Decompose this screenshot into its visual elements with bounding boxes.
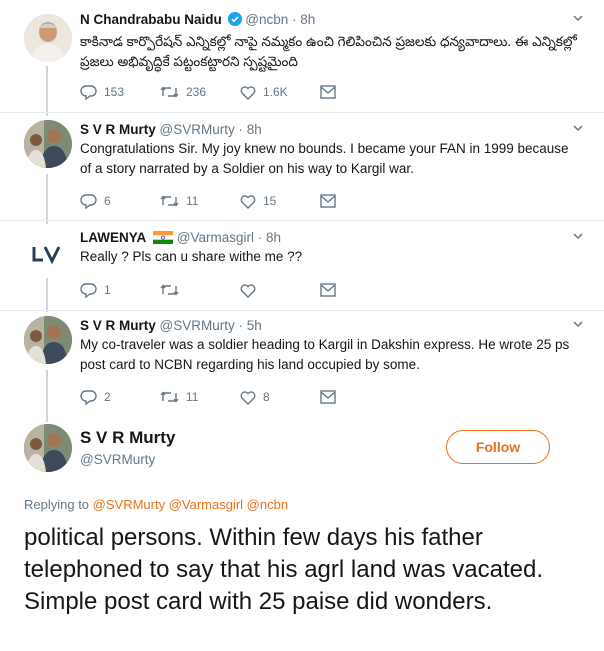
- retweet-button[interactable]: [160, 283, 240, 297]
- tweet[interactable]: N Chandrababu Naidu @ncbn · 8h కాకినాడ క…: [0, 0, 604, 112]
- username[interactable]: @ncbn: [245, 12, 288, 27]
- reply-button[interactable]: 6: [80, 193, 160, 209]
- main-display-name[interactable]: S V R Murty: [80, 428, 175, 448]
- username[interactable]: @SVRMurty: [160, 318, 235, 333]
- tweet-actions: 6 11 15: [80, 193, 400, 209]
- tweet-text: My co-traveler was a soldier heading to …: [80, 337, 570, 372]
- avatar[interactable]: [24, 14, 72, 62]
- reply-button[interactable]: 1: [80, 282, 160, 298]
- tweet[interactable]: LAWENYA @Varmasgirl · 8h Really ? Pls ca…: [0, 220, 604, 310]
- display-name[interactable]: S V R Murty: [80, 122, 156, 137]
- retweet-button[interactable]: 11: [160, 194, 240, 208]
- tweet-actions: 153 236 1.6K: [80, 84, 400, 100]
- username[interactable]: @Varmasgirl: [177, 230, 254, 245]
- retweet-icon: [160, 195, 179, 207]
- like-icon: [240, 390, 256, 405]
- reply-count: 153: [104, 85, 125, 99]
- message-icon: [320, 390, 336, 404]
- tweet-text: Really ? Pls can u share withe me ??: [80, 249, 303, 264]
- replying-to-users[interactable]: @SVRMurty @Varmasgirl @ncbn: [93, 497, 288, 512]
- retweet-count: 11: [186, 390, 199, 404]
- like-count: 15: [263, 194, 277, 208]
- retweet-icon: [160, 86, 179, 98]
- reply-icon: [80, 85, 97, 100]
- like-button[interactable]: 1.6K: [240, 85, 320, 100]
- message-icon: [320, 85, 336, 99]
- tweet-actions: 1: [80, 282, 400, 298]
- chevron-down-icon[interactable]: [572, 318, 584, 333]
- reply-icon: [80, 283, 97, 298]
- message-icon: [320, 283, 336, 297]
- like-count: 1.6K: [263, 85, 288, 99]
- main-username[interactable]: @SVRMurty: [80, 452, 155, 467]
- message-icon: [320, 194, 336, 208]
- display-name[interactable]: LAWENYA: [80, 230, 146, 245]
- timestamp[interactable]: · 8h: [239, 122, 262, 137]
- username[interactable]: @SVRMurty: [160, 122, 235, 137]
- retweet-button[interactable]: 11: [160, 390, 240, 404]
- reply-button[interactable]: 2: [80, 389, 160, 405]
- tweet-text: Congratulations Sir. My joy knew no boun…: [80, 141, 569, 176]
- retweet-icon: [160, 284, 179, 296]
- reply-icon: [80, 390, 97, 405]
- tweet-text: కాకినాడ కార్పొరేషన్ ఎన్నికల్లో నాపై నమ్మ…: [80, 34, 577, 69]
- tweet-header: LAWENYA @Varmasgirl · 8h: [80, 230, 281, 247]
- reply-icon: [80, 194, 97, 209]
- tweet-header: S V R Murty @SVRMurty · 5h: [80, 318, 262, 333]
- replying-to: Replying to @SVRMurty @Varmasgirl @ncbn: [24, 497, 288, 512]
- like-icon: [240, 85, 256, 100]
- reply-button[interactable]: 153: [80, 84, 160, 100]
- timestamp[interactable]: · 8h: [258, 230, 281, 245]
- timestamp[interactable]: · 8h: [292, 12, 315, 27]
- tweet[interactable]: S V R Murty @SVRMurty · 5h My co-travele…: [0, 310, 604, 416]
- retweet-button[interactable]: 236: [160, 85, 240, 99]
- avatar[interactable]: [24, 120, 72, 168]
- message-button[interactable]: [320, 390, 400, 404]
- like-icon: [240, 194, 256, 209]
- chevron-down-icon[interactable]: [572, 230, 584, 245]
- chevron-down-icon[interactable]: [572, 12, 584, 27]
- like-button[interactable]: 15: [240, 194, 320, 209]
- verified-badge-icon: [227, 12, 242, 29]
- reply-count: 1: [104, 283, 111, 297]
- like-button[interactable]: 8: [240, 390, 320, 405]
- follow-button[interactable]: Follow: [446, 430, 550, 464]
- retweet-count: 11: [186, 194, 199, 208]
- display-name[interactable]: N Chandrababu Naidu: [80, 12, 222, 27]
- tweet-header: N Chandrababu Naidu @ncbn · 8h: [80, 12, 315, 29]
- like-count: 8: [263, 390, 270, 404]
- tweet-header: S V R Murty @SVRMurty · 8h: [80, 122, 262, 137]
- main-avatar[interactable]: [24, 424, 72, 472]
- avatar[interactable]: [24, 230, 72, 278]
- like-icon: [240, 283, 256, 298]
- chevron-down-icon[interactable]: [572, 122, 584, 137]
- display-name[interactable]: S V R Murty: [80, 318, 156, 333]
- lawenya-logo-icon: [32, 246, 61, 264]
- message-button[interactable]: [320, 283, 400, 297]
- reply-count: 2: [104, 390, 111, 404]
- tweet-actions: 2 11 8: [80, 389, 400, 405]
- message-button[interactable]: [320, 85, 400, 99]
- like-button[interactable]: [240, 283, 320, 298]
- avatar[interactable]: [24, 316, 72, 364]
- replying-prefix: Replying to: [24, 497, 90, 512]
- main-tweet-text: political persons. Within few days his f…: [24, 524, 543, 615]
- retweet-icon: [160, 391, 179, 403]
- tweet[interactable]: S V R Murty @SVRMurty · 8h Congratulatio…: [0, 112, 604, 220]
- timestamp[interactable]: · 5h: [239, 318, 262, 333]
- india-flag-icon: [153, 231, 174, 247]
- reply-count: 6: [104, 194, 111, 208]
- retweet-count: 236: [186, 85, 207, 99]
- message-button[interactable]: [320, 194, 400, 208]
